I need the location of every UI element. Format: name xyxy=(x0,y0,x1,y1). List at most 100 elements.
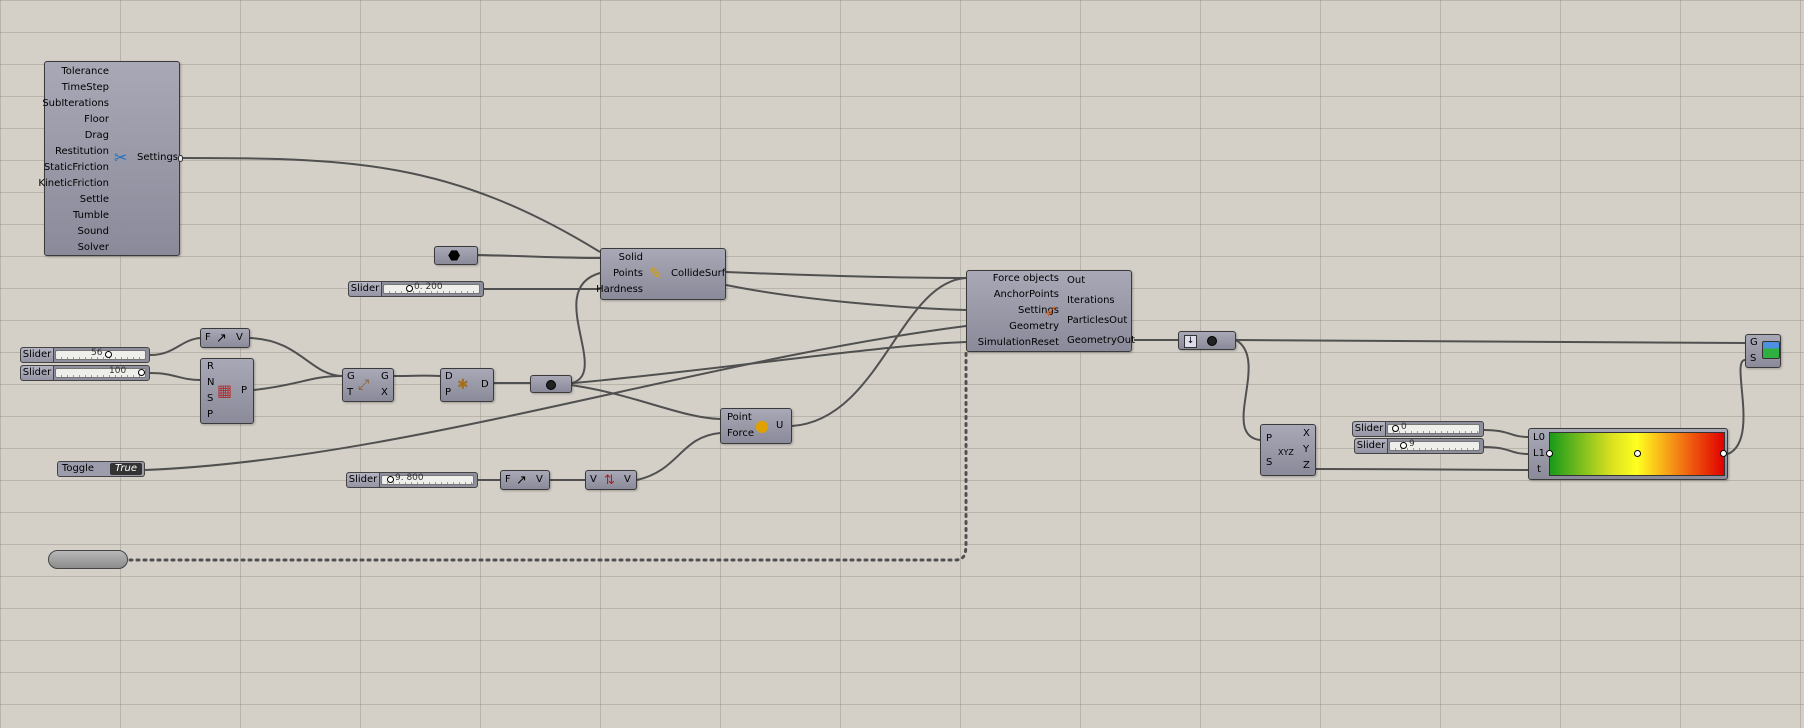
input-l1: L1 xyxy=(1533,448,1545,459)
reset-button[interactable] xyxy=(48,550,128,569)
slider-tag: Slider xyxy=(21,348,54,362)
output-z: Z xyxy=(1303,460,1310,471)
input-g: G xyxy=(347,371,355,382)
slider-value: 9. 800 xyxy=(395,473,424,483)
slider-tag: Slider xyxy=(21,366,54,380)
gradient-bar[interactable] xyxy=(1546,432,1727,476)
output-iterations: Iterations xyxy=(1067,295,1115,306)
input-solid: Solid xyxy=(618,252,643,263)
wire xyxy=(562,341,967,385)
wire xyxy=(791,277,967,427)
settings-port[interactable] xyxy=(178,155,183,162)
flatten-icon: ↓ xyxy=(1184,335,1197,348)
slider-value: 9 xyxy=(1409,439,1415,449)
input-l0: L0 xyxy=(1533,432,1545,443)
output-p: P xyxy=(241,385,248,396)
input-g: G xyxy=(1750,337,1758,348)
wire xyxy=(1483,429,1529,438)
deconstruct-label: XYZ xyxy=(1278,448,1294,457)
slider-tag: Slider xyxy=(347,473,380,487)
output-settings: Settings xyxy=(137,152,179,163)
populate-component[interactable]: R N S P ▦ P xyxy=(200,358,254,424)
unit-z-component-2[interactable]: F ↗ V xyxy=(500,470,550,490)
populate-icon: ▦ xyxy=(217,381,233,400)
settings-component[interactable]: Tolerance TimeStep SubIterations Floor D… xyxy=(38,61,180,256)
input-d: D xyxy=(445,371,453,382)
collidesurf-component[interactable]: Solid Points Hardness ✎ CollideSurf xyxy=(596,248,726,300)
deconstruct-component[interactable]: P S XYZ X Y Z xyxy=(1260,424,1316,476)
wire xyxy=(725,271,967,279)
wire xyxy=(1483,446,1529,455)
output-x: X xyxy=(381,387,388,398)
toggle-state[interactable]: True xyxy=(110,463,142,475)
wire xyxy=(249,337,343,377)
input-s: S xyxy=(207,393,214,404)
reverse-icon: ⇅ xyxy=(604,473,615,488)
slider-knob[interactable] xyxy=(387,476,394,483)
input-simulationreset: SimulationReset xyxy=(977,337,1059,348)
input-geometry: Geometry xyxy=(1009,321,1059,332)
dist-icon: ✱ xyxy=(457,377,469,393)
slider-knob[interactable] xyxy=(138,369,145,376)
gradient-handle-right[interactable] xyxy=(1720,450,1727,457)
kangaroo-icon: ➶ xyxy=(1044,301,1058,320)
wire xyxy=(477,254,601,259)
unit-z-icon: ↗ xyxy=(216,331,227,346)
wire xyxy=(179,157,601,253)
wrench-screwdriver-icon: ✂ xyxy=(114,148,128,167)
slider-knob[interactable] xyxy=(1392,425,1399,432)
slider-value: 100 xyxy=(109,366,127,376)
slider-knob[interactable] xyxy=(1400,442,1407,449)
dist-component[interactable]: D P ✱ D xyxy=(440,368,494,402)
gradient-handle-mid[interactable] xyxy=(1634,450,1641,457)
preview-component[interactable]: G S xyxy=(1745,334,1781,368)
wire xyxy=(562,272,601,385)
input-drag: Drag xyxy=(84,130,109,141)
cull-param[interactable] xyxy=(530,375,572,393)
output-v: V xyxy=(536,474,543,485)
gradient-component[interactable]: L0 L1 t xyxy=(1528,428,1728,480)
count-slider-a[interactable]: Slider 56 xyxy=(20,347,150,363)
output-x: X xyxy=(1303,428,1310,439)
data-param[interactable]: ↓ xyxy=(1178,331,1236,350)
wire xyxy=(149,372,201,381)
orient-component[interactable]: G T ⤢ G X xyxy=(342,368,394,402)
l0-slider[interactable]: Slider 0 xyxy=(1352,421,1484,437)
output-collidesurf: CollideSurf xyxy=(671,268,726,279)
wire xyxy=(253,375,343,391)
output-v: V xyxy=(624,474,631,485)
lightbulb-icon: ● xyxy=(755,416,769,435)
output-y: Y xyxy=(1303,444,1310,455)
pointforce-component[interactable]: Point Force ● U xyxy=(720,408,792,444)
slider-knob[interactable] xyxy=(406,285,413,292)
gravity-slider[interactable]: Slider 9. 800 xyxy=(346,472,478,488)
reverse-component[interactable]: V ⇅ V xyxy=(585,470,637,490)
hardness-slider[interactable]: Slider 0. 200 xyxy=(348,281,484,297)
input-force: Force xyxy=(727,428,755,439)
slider-track xyxy=(55,368,146,378)
unit-z-component[interactable]: F ↗ V xyxy=(200,328,250,348)
simulation-component[interactable]: Force objects AnchorPoints Settings Geom… xyxy=(966,270,1135,352)
input-v: V xyxy=(590,474,597,485)
unit-z-icon: ↗ xyxy=(516,473,527,488)
input-point: Point xyxy=(727,412,752,423)
gradient-handle-left[interactable] xyxy=(1546,450,1553,457)
input-points: Points xyxy=(612,268,643,279)
preview-icon xyxy=(1762,341,1780,359)
output-u: U xyxy=(776,420,784,431)
input-t: t xyxy=(1537,464,1541,475)
input-restitution: Restitution xyxy=(55,146,109,157)
slider-knob[interactable] xyxy=(105,351,112,358)
l1-slider[interactable]: Slider 9 xyxy=(1354,438,1484,454)
toggle[interactable]: Toggle True xyxy=(57,461,145,477)
geometry-param[interactable]: ⬣ xyxy=(434,246,478,265)
count-slider-b[interactable]: Slider 100 xyxy=(20,365,150,381)
geometry-icon: ⬣ xyxy=(448,248,461,264)
wire xyxy=(636,432,721,481)
input-sound: Sound xyxy=(77,226,110,237)
input-staticfriction: StaticFriction xyxy=(43,162,109,173)
cull-icon xyxy=(546,380,556,390)
input-r: R xyxy=(207,361,214,372)
slider-tag: Slider xyxy=(1353,422,1386,436)
input-timestep: TimeStep xyxy=(61,82,109,93)
